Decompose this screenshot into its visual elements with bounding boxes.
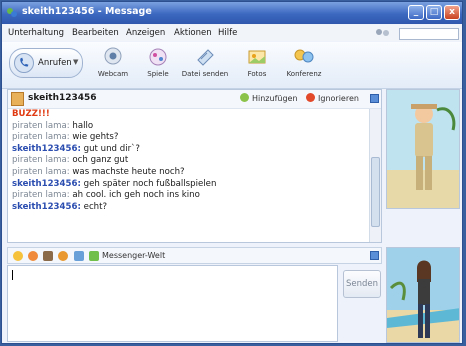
- minimize-button[interactable]: _: [408, 5, 424, 20]
- ignore-label: Ignorieren: [318, 94, 359, 103]
- message-line: piraten lama: hallo: [12, 121, 362, 133]
- own-display-picture[interactable]: [386, 247, 460, 343]
- wink-icon[interactable]: [28, 251, 38, 261]
- webcam-label: Webcam: [97, 70, 129, 78]
- message-text: gut und dir`?: [83, 143, 140, 154]
- close-button[interactable]: x: [444, 5, 460, 20]
- contact-header: skeith123456 Hinzufügen Ignorieren: [8, 90, 381, 109]
- message-speaker: skeith123456:: [12, 201, 81, 212]
- messenger-world-label[interactable]: Messenger-Welt: [102, 251, 165, 260]
- message-text: was machste heute noch?: [72, 166, 185, 177]
- title-bar[interactable]: skeith123456 - Message _ □ x: [2, 2, 462, 24]
- message-line: skeith123456: echt?: [12, 202, 362, 214]
- menu-aktionen[interactable]: Aktionen: [174, 28, 212, 38]
- message-speaker: piraten lama:: [12, 120, 70, 131]
- conference-label: Konferenz: [286, 70, 322, 78]
- buzz-message: BUZZ!!!: [12, 109, 362, 121]
- message-speaker: piraten lama:: [12, 132, 70, 143]
- buddies-icon[interactable]: [374, 28, 392, 39]
- conference-button[interactable]: Konferenz: [279, 46, 329, 86]
- menu-unterhaltung[interactable]: Unterhaltung: [8, 28, 64, 38]
- file-send-label: Datei senden: [181, 70, 229, 78]
- nudge-icon[interactable]: [43, 251, 53, 261]
- message-line: skeith123456: geh später noch fußballspi…: [12, 179, 362, 191]
- message-text: och ganz gut: [72, 155, 129, 166]
- buzz-text: BUZZ!!!: [12, 109, 50, 119]
- toolbar: Anrufen ▼ Webcam Spiele Datei senden Fot…: [2, 42, 462, 89]
- background-icon[interactable]: [74, 251, 84, 261]
- message-line: piraten lama: was machste heute noch?: [12, 167, 362, 179]
- own-avatar-image: [387, 248, 459, 342]
- games-icon: [149, 48, 167, 66]
- games-button[interactable]: Spiele: [133, 46, 183, 86]
- message-speaker: piraten lama:: [12, 155, 70, 166]
- menu-bar: Unterhaltung Bearbeiten Anzeigen Aktione…: [2, 25, 462, 41]
- photos-button[interactable]: Fotos: [232, 46, 282, 86]
- contact-avatar-image: [387, 90, 459, 208]
- contact-display-picture[interactable]: [386, 89, 460, 209]
- add-contact-label: Hinzufügen: [252, 94, 298, 103]
- messenger-logo-icon: [7, 8, 17, 17]
- add-icon: [240, 93, 249, 102]
- message-text: ah cool. ich geh noch ins kino: [72, 190, 200, 201]
- webcam-button[interactable]: Webcam: [88, 46, 138, 86]
- messenger-world-icon[interactable]: [89, 251, 99, 261]
- voice-clip-icon[interactable]: [58, 251, 68, 261]
- message-speaker: skeith123456:: [12, 178, 81, 189]
- scrollbar-thumb[interactable]: [371, 157, 380, 227]
- games-label: Spiele: [147, 70, 169, 78]
- ignore-button[interactable]: Ignorieren: [306, 93, 359, 103]
- conference-icon: [294, 49, 314, 63]
- call-label: Anrufen: [38, 58, 72, 68]
- message-speaker: skeith123456:: [12, 143, 81, 154]
- photos-icon: [248, 50, 266, 64]
- photos-label: Fotos: [247, 70, 267, 78]
- message-line: skeith123456: gut und dir`?: [12, 144, 362, 156]
- message-line: piraten lama: ah cool. ich geh noch ins …: [12, 190, 362, 202]
- call-button[interactable]: Anrufen ▼: [9, 48, 83, 78]
- emoticon-icon[interactable]: [13, 251, 23, 261]
- message-list: BUZZ!!! piraten lama: hallo piraten lama:…: [12, 109, 362, 213]
- send-button[interactable]: Senden: [343, 270, 381, 298]
- block-icon: [306, 93, 315, 102]
- message-text: echt?: [83, 201, 108, 212]
- contact-avatar[interactable]: [11, 92, 24, 106]
- message-text: hallo: [72, 120, 94, 131]
- message-speaker: piraten lama:: [12, 166, 70, 177]
- file-send-button[interactable]: Datei senden: [180, 46, 230, 86]
- panel-toggle-icon[interactable]: [370, 94, 379, 103]
- message-window: skeith123456 - Message _ □ x Unterhaltun…: [1, 1, 463, 344]
- menu-anzeigen[interactable]: Anzeigen: [126, 28, 165, 38]
- file-send-icon: [197, 49, 214, 66]
- message-line: piraten lama: wie gehts?: [12, 132, 362, 144]
- webcam-icon: [104, 47, 122, 65]
- maximize-button[interactable]: □: [426, 5, 442, 20]
- message-text: geh später noch fußballspielen: [83, 178, 217, 189]
- conversation-history[interactable]: skeith123456 Hinzufügen Ignorieren BUZZ!…: [7, 89, 382, 243]
- window-title: skeith123456 - Message: [22, 6, 152, 17]
- message-speaker: piraten lama:: [12, 190, 70, 201]
- message-line: piraten lama: och ganz gut: [12, 155, 362, 167]
- add-contact-button[interactable]: Hinzufügen: [240, 93, 298, 103]
- menu-bearbeiten[interactable]: Bearbeiten: [72, 28, 119, 38]
- contact-name[interactable]: skeith123456: [28, 93, 97, 103]
- chevron-down-icon[interactable]: ▼: [73, 58, 78, 66]
- compose-panel-toggle-icon[interactable]: [370, 251, 379, 260]
- conversation-scrollbar[interactable]: [369, 109, 381, 242]
- text-caret: [12, 270, 13, 280]
- message-input[interactable]: [7, 265, 338, 342]
- menu-hilfe[interactable]: Hilfe: [218, 28, 237, 38]
- message-text: wie gehts?: [72, 132, 119, 143]
- phone-icon: [14, 53, 34, 73]
- search-input[interactable]: [399, 28, 459, 40]
- compose-toolbar: Messenger-Welt: [7, 247, 382, 264]
